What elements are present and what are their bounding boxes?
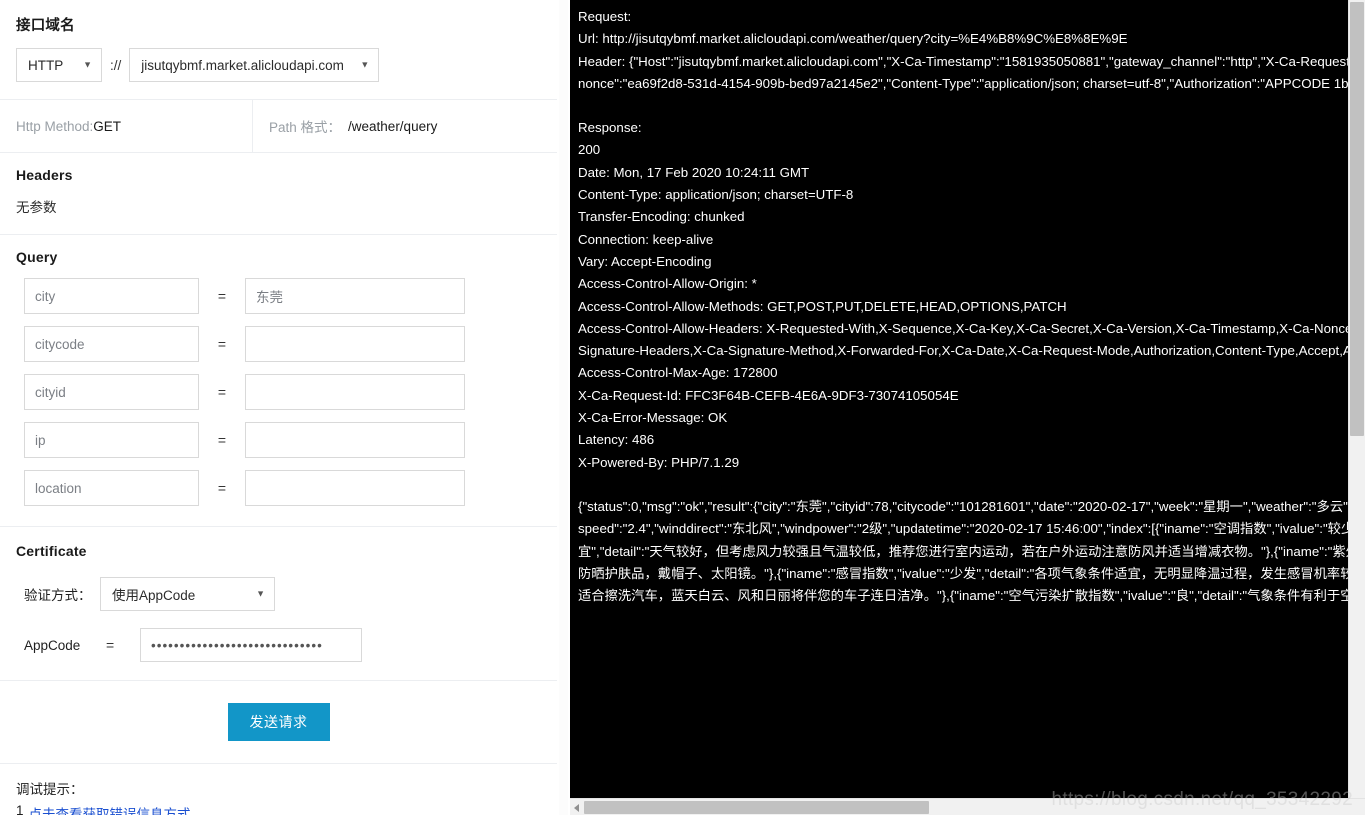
api-debug-console: 接口域名 HTTP ▼ :// jisutqybmf.market.aliclo… xyxy=(0,0,1365,815)
query-key-input[interactable] xyxy=(24,470,199,506)
response-heading: Response: xyxy=(578,120,642,136)
method-path-bar: Http Method: GET Path 格式： /weather/query xyxy=(0,100,557,153)
response-header-line: Content-Type: application/json; charset=… xyxy=(578,187,854,203)
query-value-input[interactable] xyxy=(245,374,465,410)
request-url: Url: http://jisutqybmf.market.alicloudap… xyxy=(578,31,1128,47)
headers-section-title: Headers xyxy=(16,167,73,183)
query-key-input[interactable] xyxy=(24,278,199,314)
console-horizontal-scrollbar-thumb[interactable] xyxy=(584,801,929,814)
query-value-input[interactable] xyxy=(245,278,465,314)
appcode-input[interactable] xyxy=(140,628,362,662)
response-header-line: Access-Control-Allow-Headers: X-Requeste… xyxy=(578,320,1365,359)
response-header-line: X-Ca-Error-Message: OK xyxy=(578,410,728,426)
query-equals-sign: = xyxy=(217,336,227,352)
response-status-code: 200 xyxy=(578,142,601,158)
response-header-line: Connection: keep-alive xyxy=(578,231,714,247)
query-equals-sign: = xyxy=(217,288,227,304)
query-key-input[interactable] xyxy=(24,422,199,458)
request-config-panel: 接口域名 HTTP ▼ :// jisutqybmf.market.aliclo… xyxy=(0,0,570,815)
http-method-cell: Http Method: GET xyxy=(0,100,253,152)
http-method-label: Http Method: xyxy=(16,118,94,134)
console-spacer xyxy=(578,474,1365,496)
chevron-down-icon: ▼ xyxy=(256,588,265,599)
response-header-line: Access-Control-Allow-Origin: * xyxy=(578,276,757,292)
scroll-left-arrow-icon[interactable] xyxy=(574,804,579,812)
auth-method-select[interactable]: 使用AppCode ▼ xyxy=(100,577,275,611)
debug-tips-title: 调试提示： xyxy=(16,782,84,797)
auth-method-label: 验证方式： xyxy=(24,588,92,603)
query-key-input[interactable] xyxy=(24,326,199,362)
appcode-equals-sign: = xyxy=(106,637,115,653)
query-row: = xyxy=(16,278,541,314)
response-header-line: Vary: Accept-Encoding xyxy=(578,253,712,269)
debug-tips-item: 1 点击查看获取错误信息方式 xyxy=(16,803,541,815)
headers-empty-text: 无参数 xyxy=(16,200,57,215)
send-button-area: 发送请求 xyxy=(0,681,557,764)
query-row: = xyxy=(16,374,541,410)
path-value: /weather/query xyxy=(348,118,438,134)
auth-method-value: 使用AppCode xyxy=(112,588,196,603)
response-header-line: Access-Control-Max-Age: 172800 xyxy=(578,365,778,381)
host-select-value: jisutqybmf.market.alicloudapi.com xyxy=(141,57,344,73)
response-header-line: Latency: 486 xyxy=(578,432,655,448)
auth-method-row: 验证方式： 使用AppCode ▼ xyxy=(16,577,541,611)
query-row: = xyxy=(16,422,541,458)
protocol-separator: :// xyxy=(110,57,122,73)
debug-tips-link[interactable]: 点击查看获取错误信息方式 xyxy=(29,803,191,815)
send-request-button[interactable]: 发送请求 xyxy=(227,703,330,741)
host-select[interactable]: jisutqybmf.market.alicloudapi.com ▼ xyxy=(129,48,380,82)
response-header-line: X-Ca-Request-Id: FFC3F64B-CEFB-4E6A-9DF3… xyxy=(578,387,959,403)
protocol-select[interactable]: HTTP ▼ xyxy=(16,48,102,82)
response-console-panel: Request: Url: http://jisutqybmf.market.a… xyxy=(570,0,1365,815)
chevron-down-icon: ▼ xyxy=(360,59,370,70)
request-heading: Request: xyxy=(578,9,632,24)
query-equals-sign: = xyxy=(217,384,227,400)
response-header-line: Access-Control-Allow-Methods: GET,POST,P… xyxy=(578,298,1067,314)
path-label: Path 格式： xyxy=(269,120,342,135)
console-spacer xyxy=(578,95,1365,117)
path-cell: Path 格式： /weather/query xyxy=(253,100,557,152)
protocol-select-value: HTTP xyxy=(28,57,64,73)
domain-section-title: 接口域名 xyxy=(16,18,75,34)
debug-tips-item-number: 1 xyxy=(16,803,24,815)
chevron-down-icon: ▼ xyxy=(83,59,92,70)
http-method-value: GET xyxy=(93,118,122,134)
query-value-input[interactable] xyxy=(245,470,465,506)
console-horizontal-scrollbar[interactable] xyxy=(570,798,1365,815)
query-equals-sign: = xyxy=(217,432,227,448)
response-header-line: Transfer-Encoding: chunked xyxy=(578,209,745,225)
query-row: = xyxy=(16,470,541,506)
domain-section: 接口域名 HTTP ▼ :// jisutqybmf.market.aliclo… xyxy=(0,0,557,100)
query-value-input[interactable] xyxy=(245,422,465,458)
domain-row: HTTP ▼ :// jisutqybmf.market.alicloudapi… xyxy=(16,48,541,82)
query-section-title: Query xyxy=(16,249,58,265)
console-vertical-scrollbar-thumb[interactable] xyxy=(1350,2,1364,436)
certificate-section-title: Certificate xyxy=(16,543,87,559)
query-value-input[interactable] xyxy=(245,326,465,362)
console-vertical-scrollbar[interactable] xyxy=(1348,0,1365,815)
query-equals-sign: = xyxy=(217,480,227,496)
certificate-section: Certificate 验证方式： 使用AppCode ▼ AppCode = xyxy=(0,527,557,681)
query-section: Query = = = xyxy=(0,235,557,527)
query-key-input[interactable] xyxy=(24,374,199,410)
request-header: Header: {"Host":"jisutqybmf.market.alicl… xyxy=(578,53,1365,91)
response-header-line: Date: Mon, 17 Feb 2020 10:24:11 GMT xyxy=(578,164,810,180)
response-body-json: {"status":0,"msg":"ok","result":{"city":… xyxy=(578,498,1365,604)
debug-tips: 调试提示： 1 点击查看获取错误信息方式 xyxy=(0,764,557,815)
left-panel-scrollbar[interactable] xyxy=(559,0,568,815)
response-header-line: X-Powered-By: PHP/7.1.29 xyxy=(578,454,740,470)
headers-section: Headers 无参数 xyxy=(0,153,557,235)
appcode-label: AppCode xyxy=(24,637,81,653)
query-row: = xyxy=(16,326,541,362)
left-panel-scroll-area[interactable]: 接口域名 HTTP ▼ :// jisutqybmf.market.aliclo… xyxy=(0,0,570,815)
appcode-row: AppCode = xyxy=(16,628,541,662)
console-output[interactable]: Request: Url: http://jisutqybmf.market.a… xyxy=(570,0,1365,793)
